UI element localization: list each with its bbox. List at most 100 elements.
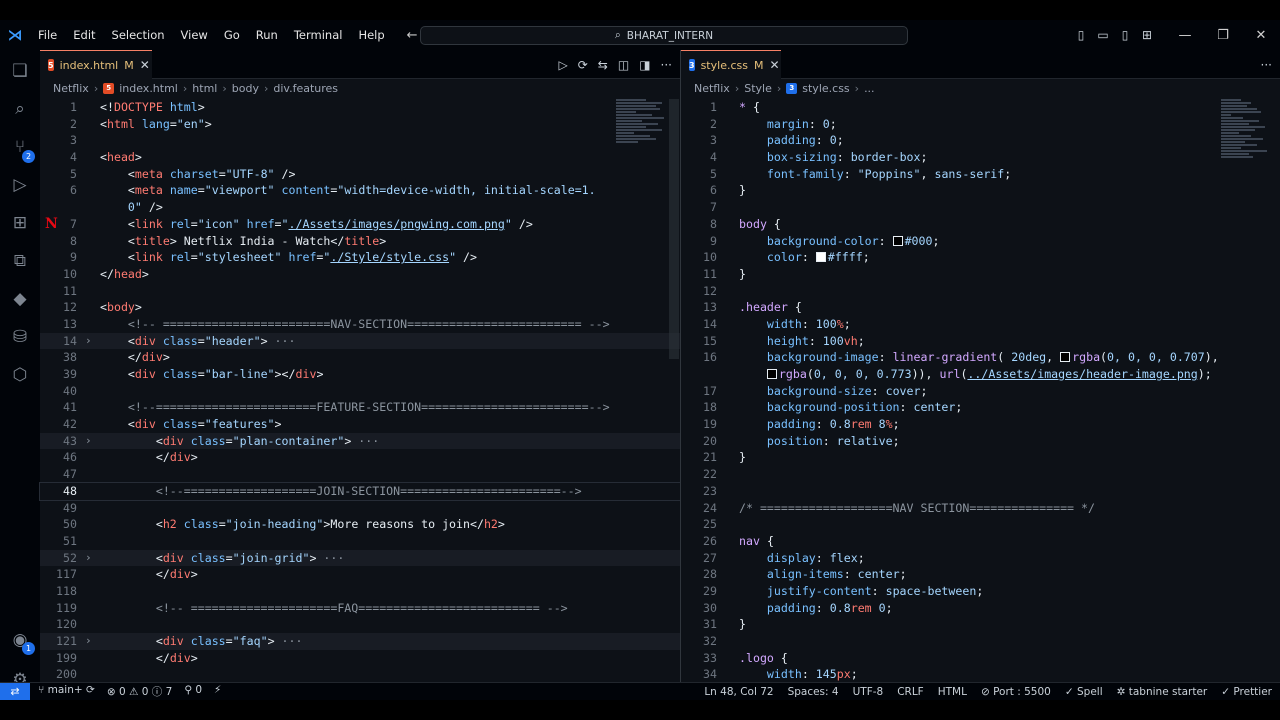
code-line[interactable]: 41 <!--=======================FEATURE-SE… bbox=[40, 399, 680, 416]
remote-indicator-icon[interactable]: ⇄ bbox=[0, 683, 30, 700]
search-view-icon[interactable]: ⌕ bbox=[0, 90, 40, 128]
code-line[interactable]: 50 <h2 class="join-heading">More reasons… bbox=[40, 516, 680, 533]
python-icon[interactable]: ◆ bbox=[0, 280, 40, 318]
code-line[interactable]: 25 bbox=[681, 516, 1280, 533]
toggle-primary-sidebar-icon[interactable]: ▯ bbox=[1070, 28, 1092, 42]
code-line[interactable]: 12 <body> bbox=[40, 299, 680, 316]
code-line[interactable]: 17 background-size: cover; bbox=[681, 383, 1280, 400]
code-line[interactable]: 9 <link rel="stylesheet" href="./Style/s… bbox=[40, 249, 680, 266]
more-actions-icon[interactable]: ··· bbox=[661, 58, 672, 72]
code-line[interactable]: 13 <!-- ========================NAV-SECT… bbox=[40, 316, 680, 333]
code-line[interactable]: 5 font-family: "Poppins", sans-serif; bbox=[681, 166, 1280, 183]
code-line[interactable]: 9 background-color: #000; bbox=[681, 233, 1280, 250]
remote-explorer-icon[interactable]: ⧉ bbox=[0, 242, 40, 280]
back-arrow-icon[interactable]: ← bbox=[407, 28, 418, 43]
code-line[interactable]: 4 box-sizing: border-box; bbox=[681, 149, 1280, 166]
fold-chevron-icon[interactable]: › bbox=[85, 550, 92, 567]
code-line[interactable]: 31} bbox=[681, 616, 1280, 633]
breadcrumb-item[interactable]: index.html bbox=[119, 82, 178, 95]
toggle-panel-icon[interactable]: ▭ bbox=[1092, 28, 1114, 42]
code-line[interactable]: 14 › <div class="header"> ··· bbox=[40, 332, 680, 350]
code-line[interactable]: 26 nav { bbox=[681, 533, 1280, 550]
menu-selection[interactable]: Selection bbox=[104, 20, 173, 50]
code-line[interactable]: 2 margin: 0; bbox=[681, 116, 1280, 133]
split-editor-icon[interactable]: ◨ bbox=[639, 58, 650, 72]
code-line[interactable]: 119 <!-- =====================FAQ=======… bbox=[40, 600, 680, 617]
code-line[interactable]: 23 bbox=[681, 483, 1280, 500]
code-line[interactable]: 43 › <div class="plan-container"> ··· bbox=[40, 432, 680, 450]
code-line[interactable]: 29 justify-content: space-between; bbox=[681, 583, 1280, 600]
menu-help[interactable]: Help bbox=[350, 20, 392, 50]
code-line[interactable]: 118 bbox=[40, 583, 680, 600]
code-line[interactable]: 10 color: #ffff; bbox=[681, 249, 1280, 266]
breadcrumb-item[interactable]: Style bbox=[744, 82, 772, 95]
customize-layout-icon[interactable]: ⊞ bbox=[1136, 28, 1158, 42]
live-share-icon[interactable]: ⟳ bbox=[578, 58, 588, 72]
code-line[interactable]: 47 bbox=[40, 466, 680, 483]
end-of-line[interactable]: CRLF bbox=[897, 686, 924, 698]
code-line[interactable]: 48 <!--===================JOIN-SECTION==… bbox=[39, 481, 681, 501]
close-tab-icon[interactable]: ✕ bbox=[769, 58, 779, 72]
code-line[interactable]: 33 .logo { bbox=[681, 650, 1280, 667]
minimap-right[interactable] bbox=[1221, 99, 1269, 659]
code-line[interactable]: 7 bbox=[681, 199, 1280, 216]
breadcrumb-item[interactable]: style.css bbox=[802, 82, 849, 95]
tab-index-html[interactable]: 5 index.html M ✕ bbox=[40, 50, 152, 79]
code-line[interactable]: 4 <head> bbox=[40, 149, 680, 166]
menu-view[interactable]: View bbox=[173, 20, 216, 50]
fold-chevron-icon[interactable]: › bbox=[85, 333, 92, 350]
fold-chevron-icon[interactable]: › bbox=[85, 633, 92, 650]
spell-check[interactable]: ✓ Spell bbox=[1065, 686, 1103, 698]
code-line[interactable]: 42 <div class="features"> bbox=[40, 416, 680, 433]
cursor-position[interactable]: Ln 48, Col 72 bbox=[704, 686, 773, 698]
breadcrumb-item[interactable]: div.features bbox=[273, 82, 338, 95]
code-line[interactable]: 16 background-image: linear-gradient( 20… bbox=[681, 349, 1280, 366]
code-line[interactable]: 51 bbox=[40, 533, 680, 550]
breadcrumb-item[interactable]: html bbox=[192, 82, 217, 95]
run-debug-icon[interactable]: ▷ bbox=[0, 166, 40, 204]
code-line[interactable]: 2 <html lang="en"> bbox=[40, 116, 680, 133]
extension-tool-icon[interactable]: ⬡ bbox=[0, 356, 40, 394]
breadcrumb-item[interactable]: body bbox=[232, 82, 259, 95]
code-line[interactable]: 6} bbox=[681, 182, 1280, 199]
extensions-icon[interactable]: ⊞ bbox=[0, 204, 40, 242]
code-line[interactable]: 5 <meta charset="UTF-8" /> bbox=[40, 166, 680, 183]
code-line[interactable]: 30 padding: 0.8rem 0; bbox=[681, 600, 1280, 617]
run-icon[interactable]: ▷ bbox=[559, 58, 568, 72]
close-window-icon[interactable]: ✕ bbox=[1242, 28, 1280, 43]
code-line[interactable]: 21} bbox=[681, 449, 1280, 466]
code-line[interactable]: 27 display: flex; bbox=[681, 550, 1280, 567]
accounts-icon[interactable]: ◉ bbox=[0, 621, 40, 659]
code-line[interactable]: 28 align-items: center; bbox=[681, 566, 1280, 583]
code-line[interactable]: 13 .header { bbox=[681, 299, 1280, 316]
menu-run[interactable]: Run bbox=[248, 20, 286, 50]
code-line[interactable]: 20 position: relative; bbox=[681, 433, 1280, 450]
language-mode[interactable]: HTML bbox=[938, 686, 967, 698]
code-line[interactable]: 12 bbox=[681, 283, 1280, 300]
fold-chevron-icon[interactable]: › bbox=[85, 433, 92, 450]
code-line[interactable]: 1 * { bbox=[681, 99, 1280, 116]
code-line[interactable]: 10 </head> bbox=[40, 266, 680, 283]
code-line[interactable]: 117 </div> bbox=[40, 566, 680, 583]
code-line[interactable]: 120 bbox=[40, 616, 680, 633]
code-line[interactable]: 19 padding: 0.8rem 8%; bbox=[681, 416, 1280, 433]
code-line[interactable]: 11} bbox=[681, 266, 1280, 283]
code-line[interactable]: 24 /* ===================NAV SECTION=====… bbox=[681, 500, 1280, 517]
breadcrumb-item[interactable]: Netflix bbox=[694, 82, 730, 95]
code-line[interactable]: 40 bbox=[40, 383, 680, 400]
code-line[interactable]: 22 bbox=[681, 466, 1280, 483]
toggle-secondary-sidebar-icon[interactable]: ▯ bbox=[1114, 28, 1136, 42]
ports-status[interactable]: ⚲ 0 bbox=[184, 684, 202, 699]
code-line[interactable]: 14 width: 100%; bbox=[681, 316, 1280, 333]
scrollbar-left[interactable] bbox=[669, 99, 679, 359]
close-tab-icon[interactable]: ✕ bbox=[140, 58, 150, 72]
code-line[interactable]: 121 › <div class="faq"> ··· bbox=[40, 633, 680, 650]
code-line[interactable]: 3 bbox=[40, 132, 680, 149]
menu-terminal[interactable]: Terminal bbox=[286, 20, 351, 50]
code-line[interactable]: 34 width: 145px; bbox=[681, 666, 1280, 683]
code-editor-left[interactable]: 1 <!DOCTYPE html> 2 <html lang="en"> 3 4 <head… bbox=[39, 99, 681, 683]
prettier-status[interactable]: ✓ Prettier bbox=[1221, 686, 1272, 698]
code-line[interactable]: 38 </div> bbox=[40, 349, 680, 366]
code-line[interactable]: 11 bbox=[40, 283, 680, 300]
code-line[interactable]: 49 bbox=[40, 500, 680, 517]
